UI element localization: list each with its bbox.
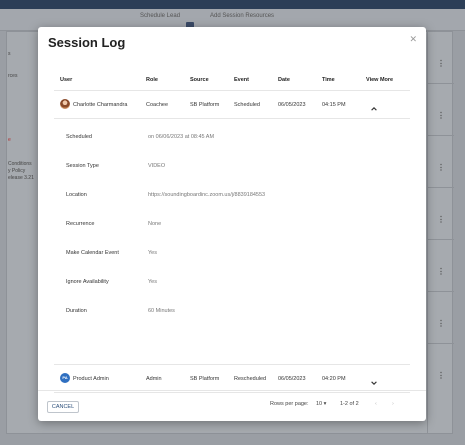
header-user: User <box>60 77 73 83</box>
row-event: Scheduled <box>234 102 260 108</box>
left-snippet: rces <box>8 73 18 79</box>
kebab-menu-icon[interactable]: ⋮ <box>437 59 445 68</box>
row-role: Admin <box>146 376 162 382</box>
toolbar-add-session-resources[interactable]: Add Session Resources <box>210 13 274 19</box>
detail-row: Scheduled on 06/06/2023 at 08:45 AM <box>54 131 410 145</box>
header-view-more: View More <box>366 77 394 83</box>
detail-label: Duration <box>66 308 87 314</box>
row-time: 04:15 PM <box>322 102 346 108</box>
app-right-actions: ⋮ ⋮ ⋮ ⋮ ⋮ ⋮ ⋮ <box>427 31 454 434</box>
detail-label: Recurrence <box>66 221 95 227</box>
table-row: PA Product Admin Admin SB Platform Resch… <box>54 365 410 393</box>
avatar <box>60 99 70 109</box>
detail-row: Location https://soundingboardinc.zoom.u… <box>54 189 410 203</box>
divider <box>428 343 454 344</box>
close-icon[interactable]: ✕ <box>409 34 417 45</box>
divider <box>428 239 454 240</box>
chevron-down-icon[interactable] <box>370 374 378 385</box>
modal-footer: CANCEL <box>38 390 426 421</box>
kebab-menu-icon[interactable]: ⋮ <box>437 319 445 328</box>
chevron-up-icon[interactable] <box>370 100 378 111</box>
toolbar-schedule-lead[interactable]: Schedule Lead <box>140 13 180 19</box>
detail-row: Make Calendar Event Yes <box>54 247 410 261</box>
detail-label: Make Calendar Event <box>66 250 119 256</box>
modal-title: Session Log <box>48 35 126 50</box>
divider <box>428 187 454 188</box>
row-date: 06/05/2023 <box>278 102 306 108</box>
header-date: Date <box>278 77 290 83</box>
row-details: Scheduled on 06/06/2023 at 08:45 AM Sess… <box>54 119 410 365</box>
location-link[interactable]: https://soundingboardinc.zoom.us/j/88391… <box>148 192 265 198</box>
row-time: 04:20 PM <box>322 376 346 382</box>
detail-row: Session Type VIDEO <box>54 160 410 174</box>
table-row: Charlotte Charmandra Coachee SB Platform… <box>54 91 410 119</box>
header-time: Time <box>322 77 335 83</box>
divider <box>428 135 454 136</box>
detail-label: Location <box>66 192 87 198</box>
kebab-menu-icon[interactable]: ⋮ <box>437 267 445 276</box>
header-event: Event <box>234 77 249 83</box>
kebab-menu-icon[interactable]: ⋮ <box>437 111 445 120</box>
detail-value: Yes <box>148 279 157 285</box>
detail-label: Scheduled <box>66 134 92 140</box>
detail-value: 60 Minutes <box>148 308 175 314</box>
row-source: SB Platform <box>190 376 220 382</box>
session-log-modal: Session Log ✕ User Role Source Event Dat… <box>38 27 426 421</box>
avatar: PA <box>60 373 70 383</box>
cancel-button[interactable]: CANCEL <box>47 401 79 413</box>
left-snippet[interactable]: Conditions <box>8 161 32 167</box>
left-snippet: e <box>8 137 11 143</box>
table-header: User Role Source Event Date Time View Mo… <box>54 69 410 91</box>
detail-value: VIDEO <box>148 163 166 169</box>
header-source: Source <box>190 77 209 83</box>
row-date: 06/05/2023 <box>278 376 306 382</box>
kebab-menu-icon[interactable]: ⋮ <box>437 215 445 224</box>
app-top-bar <box>0 0 465 9</box>
kebab-menu-icon[interactable]: ⋮ <box>437 163 445 172</box>
divider <box>428 291 454 292</box>
row-event: Rescheduled <box>234 376 267 382</box>
left-snippet: s <box>8 51 11 57</box>
left-snippet: elease 3.21 <box>8 175 34 181</box>
header-role: Role <box>146 77 158 83</box>
detail-value: on 06/06/2023 at 08:45 AM <box>148 134 215 140</box>
session-log-table: User Role Source Event Date Time View Mo… <box>54 69 410 415</box>
kebab-menu-icon[interactable]: ⋮ <box>437 371 445 380</box>
detail-label: Ignore Availability <box>66 279 109 285</box>
detail-value: Yes <box>148 250 157 256</box>
detail-row: Recurrence None <box>54 218 410 232</box>
row-role: Coachee <box>146 102 169 108</box>
detail-row: Duration 60 Minutes <box>54 305 410 319</box>
app-left-column: s rces e Conditions y Policy elease 3.21 <box>6 31 38 434</box>
left-snippet[interactable]: y Policy <box>8 168 25 174</box>
row-user: Charlotte Charmandra <box>73 102 128 108</box>
detail-value: None <box>148 221 162 227</box>
row-source: SB Platform <box>190 102 220 108</box>
detail-row: Ignore Availability Yes <box>54 276 410 290</box>
divider <box>428 83 454 84</box>
row-user: Product Admin <box>73 376 109 382</box>
detail-label: Session Type <box>66 163 99 169</box>
